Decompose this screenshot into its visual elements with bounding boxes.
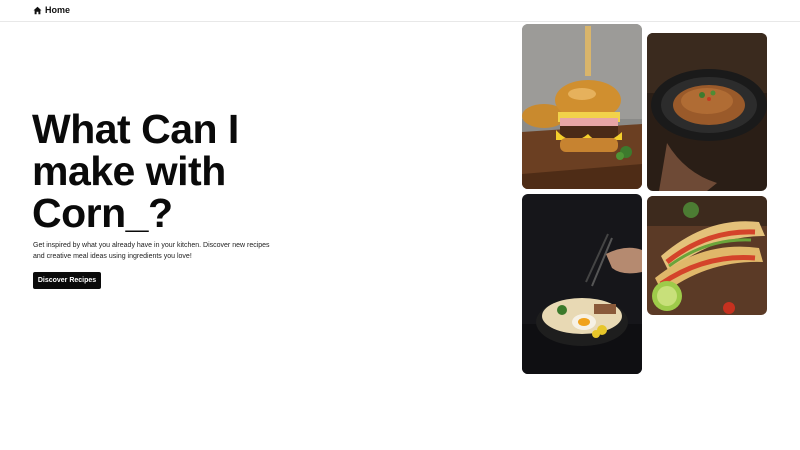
hero-description-line: Get inspired by what you already have in… [33,242,270,249]
home-link[interactable]: Home [33,5,70,15]
ramen-photo [522,194,642,374]
hero-description: Get inspired by what you already have in… [33,240,293,262]
discover-recipes-button[interactable]: Discover Recipes [33,272,101,289]
hero-title-line: make with [32,148,226,194]
noodles-photo [647,33,767,191]
tacos-photo [647,196,767,315]
hero-description-line: and creative meal ideas using ingredient… [33,253,192,260]
home-label: Home [45,5,71,15]
home-icon [33,6,42,14]
top-nav: Home [0,0,800,22]
hero-title-line: Corn_? [32,190,173,236]
burger-photo [522,24,642,189]
hero-title: What Can I make with Corn_? [32,108,332,234]
hero-title-line: What Can I [32,106,239,152]
